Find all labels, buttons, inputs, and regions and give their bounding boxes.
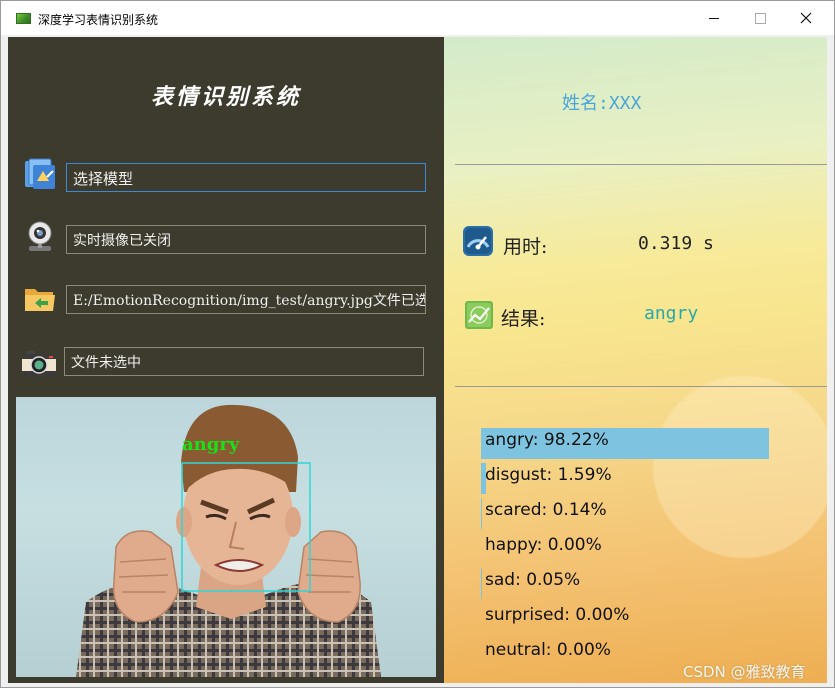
probability-list: angry: 98.22% disgust: 1.59% scared: 0.1…	[481, 427, 781, 672]
result-value: angry	[644, 303, 699, 324]
time-label: 用时:	[503, 236, 548, 258]
probability-row: happy: 0.00%	[481, 532, 781, 567]
app-heading: 表情识别系统	[150, 84, 301, 110]
right-panel: 姓名:XXX 用时: 0.319 s 结果: angry angry: 98.2…	[444, 37, 827, 683]
divider	[455, 164, 827, 165]
detection-image: angry	[16, 397, 436, 677]
speedometer-icon	[462, 225, 494, 257]
close-icon	[800, 12, 812, 24]
camera-icon[interactable]	[20, 345, 56, 379]
maximize-icon	[754, 12, 766, 24]
detection-label: angry	[182, 434, 240, 455]
watermark: CSDN @雅致教育	[683, 663, 806, 681]
webcam-icon[interactable]	[23, 220, 57, 254]
folder-open-icon[interactable]	[23, 281, 57, 315]
probability-bar	[481, 568, 482, 599]
face-photo: angry	[76, 404, 381, 677]
close-button[interactable]	[783, 1, 829, 35]
probability-row: sad: 0.05%	[481, 567, 781, 602]
app-window: 深度学习表情识别系统 表情识别系统 选择模型 实时摄像已关闭 E:/Emotio…	[0, 0, 835, 688]
probability-label: happy: 0.00%	[485, 535, 602, 555]
time-value: 0.319 s	[638, 233, 714, 254]
probability-label: disgust: 1.59%	[485, 465, 612, 485]
app-icon	[16, 13, 31, 24]
window-title: 深度学习表情识别系统	[38, 13, 159, 27]
probability-label: surprised: 0.00%	[485, 605, 630, 625]
left-panel: 表情识别系统 选择模型 实时摄像已关闭 E:/EmotionRecognitio…	[8, 37, 444, 683]
minimize-icon	[709, 17, 719, 19]
probability-label: sad: 0.05%	[485, 570, 581, 590]
probability-label: angry: 98.22%	[485, 430, 609, 450]
probability-label: scared: 0.14%	[485, 500, 607, 520]
title-bar[interactable]: 深度学习表情识别系统	[1, 1, 834, 35]
probability-label: neutral: 0.00%	[485, 640, 611, 660]
file-path-field[interactable]: E:/EmotionRecognition/img_test/angry.jpg…	[66, 285, 426, 314]
select-model-button[interactable]: 选择模型	[66, 163, 426, 192]
capture-status-field[interactable]: 文件未选中	[64, 347, 424, 376]
probability-row: scared: 0.14%	[481, 497, 781, 532]
result-label: 结果:	[501, 308, 546, 330]
camera-status-field[interactable]: 实时摄像已关闭	[66, 225, 426, 254]
folder-blue-icon[interactable]	[23, 157, 57, 191]
name-label: 姓名:XXX	[562, 93, 642, 114]
probability-row: disgust: 1.59%	[481, 462, 781, 497]
probability-row: surprised: 0.00%	[481, 602, 781, 637]
probability-bar	[481, 498, 482, 529]
result-chart-icon	[464, 300, 494, 330]
divider	[455, 386, 827, 387]
probability-row: angry: 98.22%	[481, 427, 781, 462]
maximize-button[interactable]	[737, 1, 783, 35]
minimize-button[interactable]	[691, 1, 737, 35]
